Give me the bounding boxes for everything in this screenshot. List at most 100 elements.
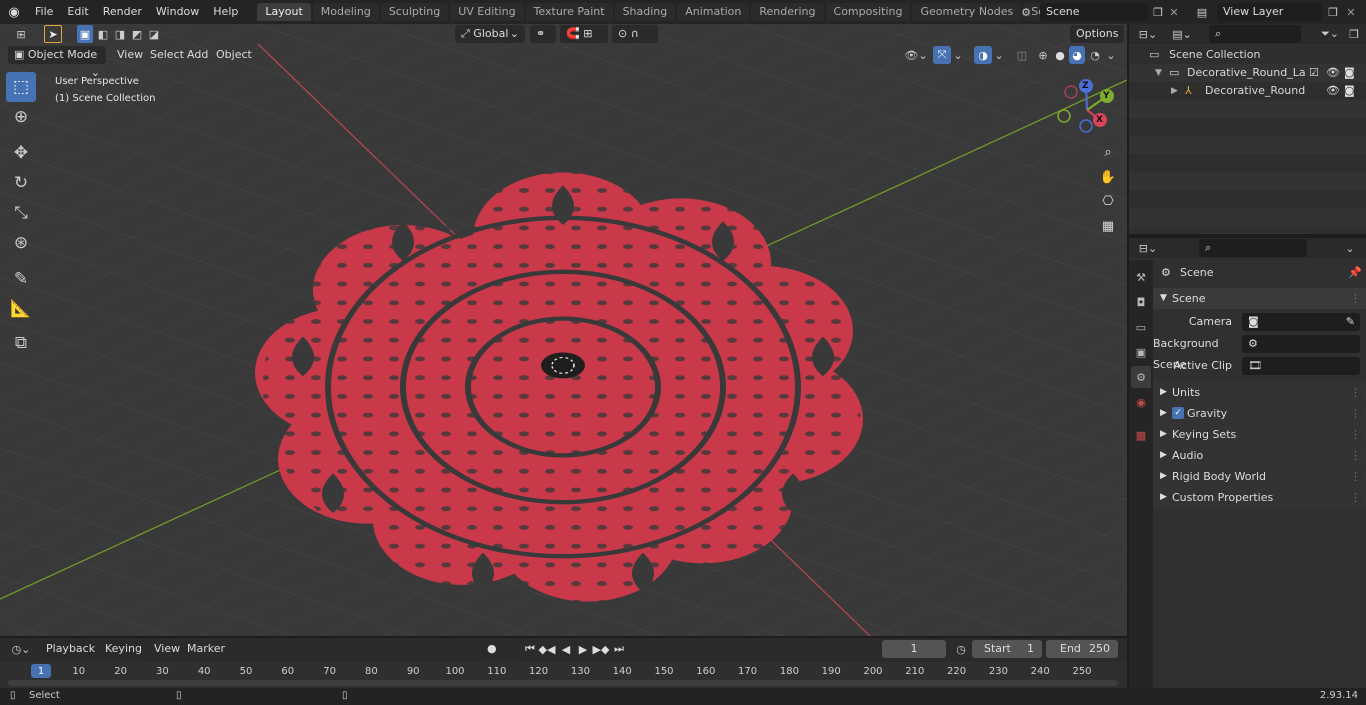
timeline-editor-type-icon[interactable]: ◷⌄: [8, 640, 34, 658]
add-cube-tool-icon[interactable]: ⧉: [6, 328, 36, 358]
keying-sets-panel-header[interactable]: ▶ Keying Sets ⋮⋮: [1153, 424, 1366, 445]
tab-texture-paint[interactable]: Texture Paint: [525, 3, 613, 21]
annotate-tool-icon[interactable]: ✎: [6, 264, 36, 294]
drag-handle-icon[interactable]: ⋮⋮: [1350, 445, 1366, 466]
perspective-grid-icon[interactable]: ▦: [1098, 216, 1118, 236]
options-dropdown[interactable]: Options ⌄: [1070, 25, 1124, 58]
overlays-toggle-icon[interactable]: ◑: [974, 46, 992, 64]
view-layer-field[interactable]: View Layer: [1217, 3, 1322, 21]
tab-rendering[interactable]: Rendering: [751, 3, 824, 21]
drag-handle-icon[interactable]: ⋮⋮: [1350, 403, 1366, 424]
blender-logo-icon[interactable]: ◉: [0, 0, 28, 24]
gravity-panel-header[interactable]: ▶ ✓ Gravity ⋮⋮: [1153, 403, 1366, 424]
audio-panel-header[interactable]: ▶ Audio ⋮⋮: [1153, 445, 1366, 466]
timeline-menu-view[interactable]: View: [154, 640, 180, 658]
scale-tool-icon[interactable]: ⤡: [6, 198, 36, 228]
eye-icon[interactable]: 👁: [1326, 64, 1340, 82]
prev-keyframe-icon[interactable]: ◆◀: [539, 640, 556, 658]
new-scene-icon[interactable]: ❐: [1150, 3, 1166, 21]
menu-file[interactable]: File: [28, 0, 60, 24]
outliner-editor-type-icon[interactable]: ⊟⌄: [1135, 25, 1161, 43]
menu-window[interactable]: Window: [149, 0, 206, 24]
close-view-layer-icon[interactable]: ✕: [1344, 3, 1358, 21]
scene-panel-header[interactable]: ▼ Scene ⋮⋮: [1153, 288, 1366, 309]
pin-icon[interactable]: 📌: [1348, 262, 1362, 283]
units-panel-header[interactable]: ▶ Units ⋮⋮: [1153, 382, 1366, 403]
editor-type-icon[interactable]: ⊞: [8, 25, 34, 43]
active-clip-field[interactable]: 🎞: [1242, 357, 1360, 375]
expand-arrow-icon[interactable]: ▶: [1171, 82, 1178, 100]
tab-modeling[interactable]: Modeling: [312, 3, 379, 21]
3d-viewport[interactable]: Z Y X ⌕ ✋ ⎔ ▦ ⊞ ➤ ▣ ◧ ◨ ◩ ◪ ⤢ Global ⌄ ⚭ …: [0, 24, 1127, 636]
proportional-edit-toggle[interactable]: ⊙ ∩: [612, 25, 658, 43]
camera-view-icon[interactable]: ⎔: [1098, 191, 1118, 211]
rotate-tool-icon[interactable]: ↻: [6, 168, 36, 198]
scene-icon[interactable]: ⚙: [1014, 3, 1038, 21]
rendered-shading-icon[interactable]: ◔: [1087, 46, 1103, 64]
select-box-tool-icon[interactable]: ⬚: [6, 72, 36, 102]
material-preview-icon[interactable]: ◕: [1069, 46, 1085, 64]
visibility-icon[interactable]: 👁⌄: [902, 46, 930, 64]
snap-toggle[interactable]: 🧲 ⊞: [560, 25, 608, 43]
menu-object[interactable]: Object: [216, 46, 252, 64]
pivot-point-dropdown[interactable]: ⚭: [530, 25, 556, 43]
scene-tab-icon[interactable]: ⚙: [1131, 366, 1151, 388]
view-layer-icon[interactable]: ▤: [1190, 3, 1214, 21]
drag-handle-icon[interactable]: ⋮⋮: [1350, 466, 1366, 487]
outliner-search-input[interactable]: ⌕: [1209, 25, 1301, 43]
render-tab-icon[interactable]: ◘: [1131, 291, 1151, 313]
menu-select[interactable]: Select: [150, 46, 184, 64]
play-reverse-icon[interactable]: ◀: [559, 640, 573, 658]
eyedropper-icon[interactable]: ✎: [1346, 313, 1355, 331]
timeline-scrollbar[interactable]: [8, 680, 1118, 686]
custom-properties-panel-header[interactable]: ▶ Custom Properties ⋮⋮: [1153, 487, 1366, 508]
chevron-down-icon[interactable]: ⌄: [993, 46, 1005, 64]
background-scene-field[interactable]: ⚙: [1242, 335, 1360, 353]
camera-icon[interactable]: ◙: [1344, 82, 1355, 100]
eye-icon[interactable]: 👁: [1326, 82, 1340, 100]
keying-dropdown[interactable]: Keying ⌄: [99, 640, 145, 673]
playback-dropdown[interactable]: Playback ⌄: [40, 640, 96, 673]
pan-hand-icon[interactable]: ✋: [1098, 167, 1118, 187]
drag-handle-icon[interactable]: ⋮⋮: [1350, 382, 1366, 403]
scene-name-field[interactable]: Scene: [1040, 3, 1148, 21]
tab-geometry-nodes[interactable]: Geometry Nodes: [912, 3, 1022, 21]
tab-animation[interactable]: Animation: [677, 3, 750, 21]
select-subtract-icon[interactable]: ◨: [112, 25, 128, 43]
menu-edit[interactable]: Edit: [60, 0, 95, 24]
expand-arrow-icon[interactable]: ▼: [1155, 64, 1162, 82]
jump-start-icon[interactable]: ⏮: [523, 640, 537, 658]
display-mode-icon[interactable]: ▤⌄: [1169, 25, 1195, 43]
select-extend-icon[interactable]: ◧: [95, 25, 111, 43]
tool-tab-icon[interactable]: ⚒: [1131, 266, 1151, 288]
measure-tool-icon[interactable]: 📐: [6, 294, 36, 324]
close-scene-icon[interactable]: ✕: [1167, 3, 1181, 21]
auto-keying-toggle[interactable]: ● ⌄: [481, 640, 515, 673]
view-layer-tab-icon[interactable]: ▣: [1131, 341, 1151, 363]
drag-handle-icon[interactable]: ⋮⋮: [1350, 288, 1366, 309]
camera-icon[interactable]: ◙: [1344, 64, 1355, 82]
object-mode-dropdown[interactable]: ▣ Object Mode ⌄: [8, 46, 106, 79]
preview-range-icon[interactable]: ◷: [952, 640, 970, 658]
properties-search-input[interactable]: ⌕: [1199, 239, 1307, 257]
select-intersect-icon[interactable]: ◪: [146, 25, 162, 43]
timeline-menu-marker[interactable]: Marker: [187, 640, 225, 658]
transform-tool-icon[interactable]: ⊛: [6, 228, 36, 258]
solid-shading-icon[interactable]: ●: [1052, 46, 1068, 64]
tab-shading[interactable]: Shading: [614, 3, 676, 21]
filter-icon[interactable]: ⏷⌄: [1317, 25, 1343, 43]
tab-uv-editing[interactable]: UV Editing: [450, 3, 524, 21]
start-frame-field[interactable]: Start 1: [972, 640, 1042, 658]
camera-field[interactable]: ◙ ✎: [1242, 313, 1360, 331]
gravity-checkbox[interactable]: ✓: [1172, 407, 1184, 419]
checkbox-icon[interactable]: ☑: [1309, 64, 1319, 82]
select-tool-icon[interactable]: ➤: [44, 25, 62, 43]
wireframe-shading-icon[interactable]: ⊕: [1035, 46, 1051, 64]
select-new-icon[interactable]: ▣: [77, 25, 93, 43]
transform-orientation-dropdown[interactable]: ⤢ Global ⌄: [455, 25, 525, 43]
gizmo-toggle-icon[interactable]: ⤧: [933, 46, 951, 64]
menu-help[interactable]: Help: [206, 0, 245, 24]
outliner-row-collection[interactable]: ▼ ▭ Decorative_Round_Lace_Pape ☑ 👁 ◙: [1129, 64, 1366, 82]
drag-handle-icon[interactable]: ⋮⋮: [1350, 424, 1366, 445]
end-frame-field[interactable]: End 250: [1046, 640, 1118, 658]
